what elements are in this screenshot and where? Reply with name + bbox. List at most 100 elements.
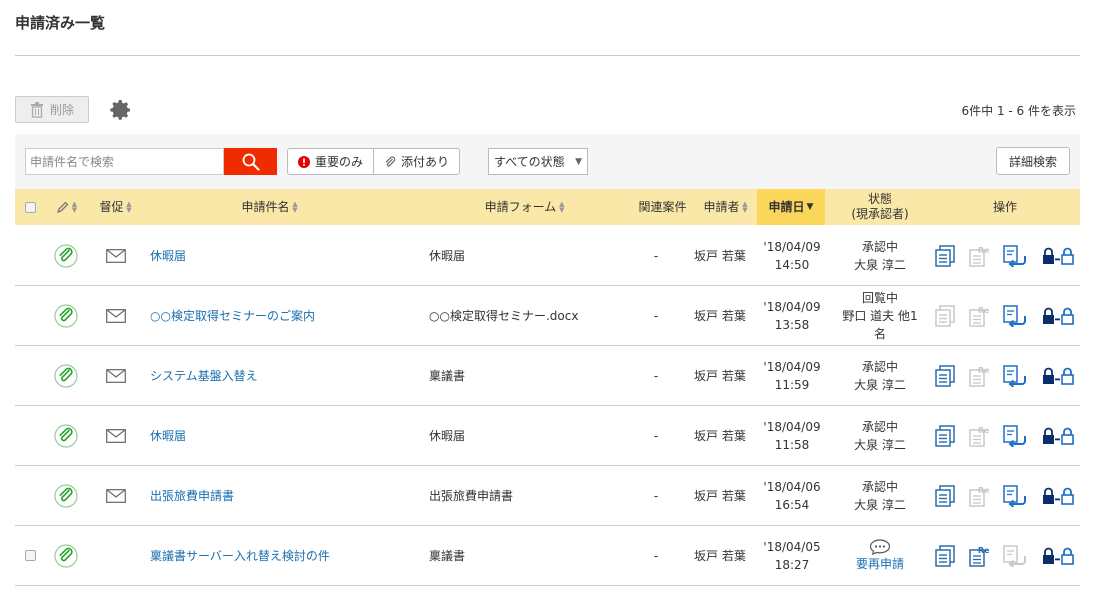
apply-date: '18/04/09 (763, 299, 821, 314)
applicant-column-header[interactable]: 申請者 ▲ ▼ (693, 189, 759, 225)
mail-icon[interactable] (103, 226, 129, 285)
subject-column-header[interactable]: 申請件名 ▲ ▼ (155, 189, 385, 225)
form-column-header[interactable]: 申請フォーム ▲ ▼ (425, 189, 625, 225)
status-text: 承認中 (861, 479, 898, 494)
withdraw-icon[interactable] (1003, 305, 1027, 327)
sort-icon: ▲ ▼ (292, 200, 298, 214)
form-header-label: 申請フォーム (484, 199, 557, 214)
lock-icon[interactable] (1041, 247, 1075, 265)
reapply-icon (969, 485, 989, 507)
attachment-icon (51, 406, 81, 465)
status-text: 承認中 (861, 359, 898, 374)
applicant-name: 坂戸 若葉 (694, 369, 746, 383)
status-column-header: 状態 (現承認者) (830, 189, 930, 225)
lock-icon[interactable] (1041, 367, 1075, 385)
mail-icon[interactable] (103, 286, 129, 345)
copy-icon[interactable] (935, 485, 955, 507)
search-input[interactable] (25, 148, 224, 175)
applicant-name: 坂戸 若葉 (694, 429, 746, 443)
mail-icon[interactable] (103, 466, 129, 525)
withdraw-icon[interactable] (1003, 425, 1027, 447)
reapply-icon[interactable] (969, 545, 989, 567)
sort-icon: ▲ ▼ (71, 200, 78, 214)
with-attachment-toggle[interactable]: 添付あり (373, 149, 459, 174)
lock-icon[interactable] (1041, 547, 1075, 565)
apply-time: 18:27 (774, 557, 810, 572)
apply-time: 16:54 (774, 497, 810, 512)
copy-icon[interactable] (935, 545, 955, 567)
advanced-search-button[interactable]: 詳細検索 (996, 147, 1070, 175)
apply-time: 11:59 (774, 377, 810, 392)
copy-icon[interactable] (935, 365, 955, 387)
reapply-icon (969, 425, 989, 447)
subject-link[interactable]: ○○検定取得セミナーのご案内 (150, 286, 315, 345)
reapply-required-link[interactable]: 要再申請 (856, 555, 904, 573)
current-approver: 野口 道夫 他1 (842, 308, 918, 323)
row-checkbox-cell (15, 526, 45, 585)
attachment-column-header[interactable]: ▲ ▼ (47, 189, 87, 225)
table-row[interactable]: システム基盤入替え 稟議書 - 坂戸 若葉 '18/04/09 11:59 承認… (15, 346, 1080, 406)
apply-date: '18/04/06 (763, 479, 821, 494)
subject-header-label: 申請件名 (241, 199, 290, 214)
apply-date: '18/04/05 (763, 539, 821, 554)
form-name: 出張旅費申請書 (429, 489, 514, 503)
related-column-header: 関連案件 (625, 189, 700, 225)
with-attachment-label: 添付あり (401, 155, 450, 169)
related-value: - (653, 548, 659, 563)
applicant-name: 坂戸 若葉 (694, 249, 746, 263)
pencil-icon (56, 201, 69, 213)
table-row[interactable]: 出張旅費申請書 出張旅費申請書 - 坂戸 若葉 '18/04/06 16:54 … (15, 466, 1080, 526)
reapply-icon (969, 365, 989, 387)
paperclip-icon (385, 155, 396, 167)
lock-icon[interactable] (1041, 427, 1075, 445)
reapply-icon (969, 245, 989, 267)
apply-time: 14:50 (774, 257, 810, 272)
alert-icon (298, 155, 310, 168)
lock-icon[interactable] (1041, 307, 1075, 325)
subject-link[interactable]: 休暇届 (150, 226, 186, 285)
table-row[interactable]: ○○検定取得セミナーのご案内 ○○検定取得セミナー.docx - 坂戸 若葉 '… (15, 286, 1080, 346)
apply-time: 13:58 (774, 317, 810, 332)
row-checkbox[interactable] (24, 550, 36, 561)
subject-link[interactable]: 出張旅費申請書 (150, 466, 234, 525)
subject-link[interactable]: 稟議書サーバー入れ替え検討の件 (150, 526, 330, 585)
withdraw-icon[interactable] (1003, 365, 1027, 387)
subject-link[interactable]: システム基盤入替え (150, 346, 258, 405)
comment-bubble-icon[interactable] (869, 539, 891, 555)
lock-icon[interactable] (1041, 487, 1075, 505)
gear-icon[interactable] (109, 98, 133, 122)
sort-icon: ▲ ▼ (742, 200, 748, 214)
withdraw-icon[interactable] (1003, 485, 1027, 507)
current-approver: 大泉 淳二 (854, 257, 906, 272)
status-text: 承認中 (861, 419, 898, 434)
title-divider (15, 55, 1080, 56)
related-value: - (653, 248, 659, 263)
current-approver: 大泉 淳二 (854, 497, 906, 512)
applicant-name: 坂戸 若葉 (694, 549, 746, 563)
date-column-header[interactable]: 申請日 ▼ (757, 189, 825, 225)
apply-date: '18/04/09 (763, 359, 821, 374)
important-only-label: 重要のみ (315, 155, 364, 169)
search-button[interactable] (224, 148, 277, 175)
attachment-icon (51, 526, 81, 585)
select-all-checkbox[interactable] (24, 201, 36, 213)
subject-link[interactable]: 休暇届 (150, 406, 186, 465)
apply-date: '18/04/09 (763, 419, 821, 434)
mail-icon[interactable] (103, 346, 129, 405)
important-only-toggle[interactable]: 重要のみ (288, 149, 373, 174)
attachment-icon (51, 466, 81, 525)
table-row[interactable]: 稟議書サーバー入れ替え検討の件 稟議書 - 坂戸 若葉 '18/04/05 18… (15, 526, 1080, 586)
attachment-icon (51, 286, 81, 345)
copy-icon[interactable] (935, 245, 955, 267)
apply-date: '18/04/09 (763, 239, 821, 254)
copy-icon[interactable] (935, 425, 955, 447)
table-row[interactable]: 休暇届 休暇届 - 坂戸 若葉 '18/04/09 14:50 承認中 大泉 淳… (15, 226, 1080, 286)
status-select[interactable]: すべての状態 ▼ (488, 148, 588, 175)
trash-icon (30, 101, 43, 118)
delete-button[interactable]: 削除 (15, 96, 89, 123)
withdraw-icon (1003, 545, 1027, 567)
mail-icon[interactable] (103, 406, 129, 465)
withdraw-icon[interactable] (1003, 245, 1027, 267)
remind-column-header[interactable]: 督促 ▲ ▼ (91, 189, 141, 225)
table-row[interactable]: 休暇届 休暇届 - 坂戸 若葉 '18/04/09 11:58 承認中 大泉 淳… (15, 406, 1080, 466)
